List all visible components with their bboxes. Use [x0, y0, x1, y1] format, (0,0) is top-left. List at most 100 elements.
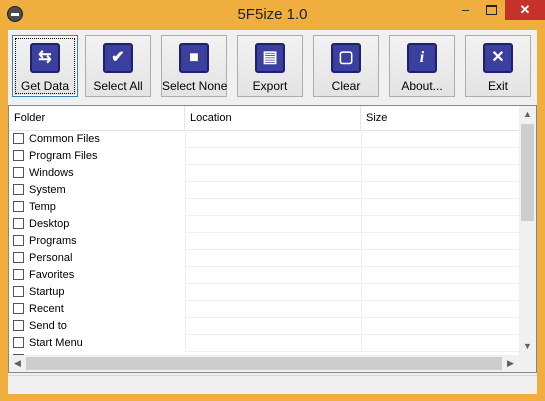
- row-checkbox[interactable]: [13, 184, 24, 195]
- location-cell: [185, 165, 362, 182]
- select-all-label: Select All: [93, 79, 143, 93]
- size-cell: [361, 250, 519, 267]
- export-button[interactable]: ▤ Export: [237, 35, 303, 97]
- horizontal-scrollbar[interactable]: ◀ ▶: [9, 355, 519, 372]
- size-cell: [361, 301, 519, 318]
- row-checkbox[interactable]: [13, 167, 24, 178]
- row-checkbox[interactable]: [13, 150, 24, 161]
- column-header-size[interactable]: Size: [361, 106, 519, 130]
- row-checkbox[interactable]: [13, 218, 24, 229]
- size-cell: [361, 284, 519, 301]
- size-cell: [361, 216, 519, 233]
- folder-name: Common Files: [29, 133, 100, 145]
- list-item[interactable]: Windows: [9, 165, 519, 182]
- list-item[interactable]: Send to: [9, 318, 519, 335]
- row-checkbox[interactable]: [13, 337, 24, 348]
- select-none-label: Select None: [162, 79, 228, 93]
- exit-label: Exit: [487, 79, 508, 93]
- title-bar[interactable]: 5F5ize 1.0 – ✕: [0, 0, 545, 30]
- status-bar: [8, 375, 537, 394]
- size-cell: [361, 165, 519, 182]
- vertical-scrollbar[interactable]: ▲ ▼: [519, 106, 536, 355]
- vertical-scroll-thumb[interactable]: [521, 124, 534, 221]
- get-data-button[interactable]: ⇆ Get Data: [12, 35, 78, 97]
- row-checkbox[interactable]: [13, 269, 24, 280]
- row-checkbox[interactable]: [13, 201, 24, 212]
- app-window: 5F5ize 1.0 – ✕ ⇆ Get Data ✔ Select All ■…: [0, 0, 545, 401]
- square-icon: ■: [179, 43, 209, 73]
- clear-icon: ▢: [331, 43, 361, 73]
- folder-name: Send to: [29, 320, 67, 332]
- exit-button[interactable]: ✕ Exit: [465, 35, 531, 97]
- checkmark-icon: ✔: [103, 43, 133, 73]
- folder-list[interactable]: Folder Location Size Common Files Progra…: [8, 105, 537, 373]
- close-window-button[interactable]: ✕: [505, 0, 545, 20]
- list-item[interactable]: Start Menu: [9, 335, 519, 352]
- clear-button[interactable]: ▢ Clear: [313, 35, 379, 97]
- location-cell: [185, 318, 362, 335]
- about-button[interactable]: i About...: [389, 35, 455, 97]
- close-x-icon: ✕: [483, 43, 513, 73]
- scroll-down-button[interactable]: ▼: [519, 338, 536, 355]
- list-item[interactable]: Programs: [9, 233, 519, 250]
- row-checkbox[interactable]: [13, 286, 24, 297]
- size-cell: [361, 148, 519, 165]
- location-cell: [185, 335, 362, 352]
- folder-name: Favorites: [29, 269, 75, 281]
- list-item[interactable]: Program Files: [9, 148, 519, 165]
- minimize-button[interactable]: –: [453, 0, 478, 20]
- list-item[interactable]: Common Files: [9, 131, 519, 148]
- list-item[interactable]: System: [9, 182, 519, 199]
- select-all-button[interactable]: ✔ Select All: [85, 35, 151, 97]
- folder-name: System: [29, 184, 66, 196]
- folder-name: Programs: [29, 235, 77, 247]
- row-checkbox[interactable]: [13, 235, 24, 246]
- location-cell: [185, 199, 362, 216]
- get-data-label: Get Data: [20, 79, 70, 93]
- list-item[interactable]: Temp: [9, 199, 519, 216]
- folder-name: Program Files: [29, 150, 98, 162]
- folder-name: Startup: [29, 286, 65, 298]
- location-cell: [185, 233, 362, 250]
- folder-name: Recent: [29, 303, 64, 315]
- size-cell: [361, 318, 519, 335]
- folder-name: Start Menu: [29, 337, 83, 349]
- size-cell: [361, 233, 519, 250]
- about-label: About...: [401, 79, 443, 93]
- size-cell: [361, 131, 519, 148]
- location-cell: [185, 148, 362, 165]
- select-none-button[interactable]: ■ Select None: [161, 35, 227, 97]
- location-cell: [185, 267, 362, 284]
- row-checkbox[interactable]: [13, 320, 24, 331]
- maximize-icon: [486, 5, 497, 15]
- size-cell: [361, 335, 519, 352]
- scroll-left-button[interactable]: ◀: [9, 355, 26, 372]
- scroll-right-button[interactable]: ▶: [502, 355, 519, 372]
- maximize-button[interactable]: [479, 0, 504, 20]
- list-item[interactable]: Startup: [9, 284, 519, 301]
- folder-name: Desktop: [29, 218, 70, 230]
- list-item[interactable]: Personal: [9, 250, 519, 267]
- folder-name: Personal: [29, 252, 73, 264]
- folder-name: Windows: [29, 167, 74, 179]
- location-cell: [185, 301, 362, 318]
- list-item[interactable]: Favorites: [9, 267, 519, 284]
- size-cell: [361, 182, 519, 199]
- row-checkbox[interactable]: [13, 252, 24, 263]
- size-cell: [361, 199, 519, 216]
- row-checkbox[interactable]: [13, 303, 24, 314]
- scroll-up-button[interactable]: ▲: [519, 106, 536, 123]
- horizontal-scroll-thumb[interactable]: [26, 357, 502, 370]
- list-item[interactable]: Desktop: [9, 216, 519, 233]
- folder-icon: ⇆: [30, 43, 60, 73]
- column-header-folder[interactable]: Folder: [9, 106, 185, 130]
- location-cell: [185, 250, 362, 267]
- row-checkbox[interactable]: [13, 133, 24, 144]
- location-cell: [185, 284, 362, 301]
- export-label: Export: [252, 79, 288, 93]
- column-header-location[interactable]: Location: [185, 106, 361, 130]
- list-item[interactable]: Recent: [9, 301, 519, 318]
- toolbar: ⇆ Get Data ✔ Select All ■ Select None ▤ …: [8, 30, 537, 102]
- list-header: Folder Location Size: [9, 106, 519, 131]
- location-cell: [185, 182, 362, 199]
